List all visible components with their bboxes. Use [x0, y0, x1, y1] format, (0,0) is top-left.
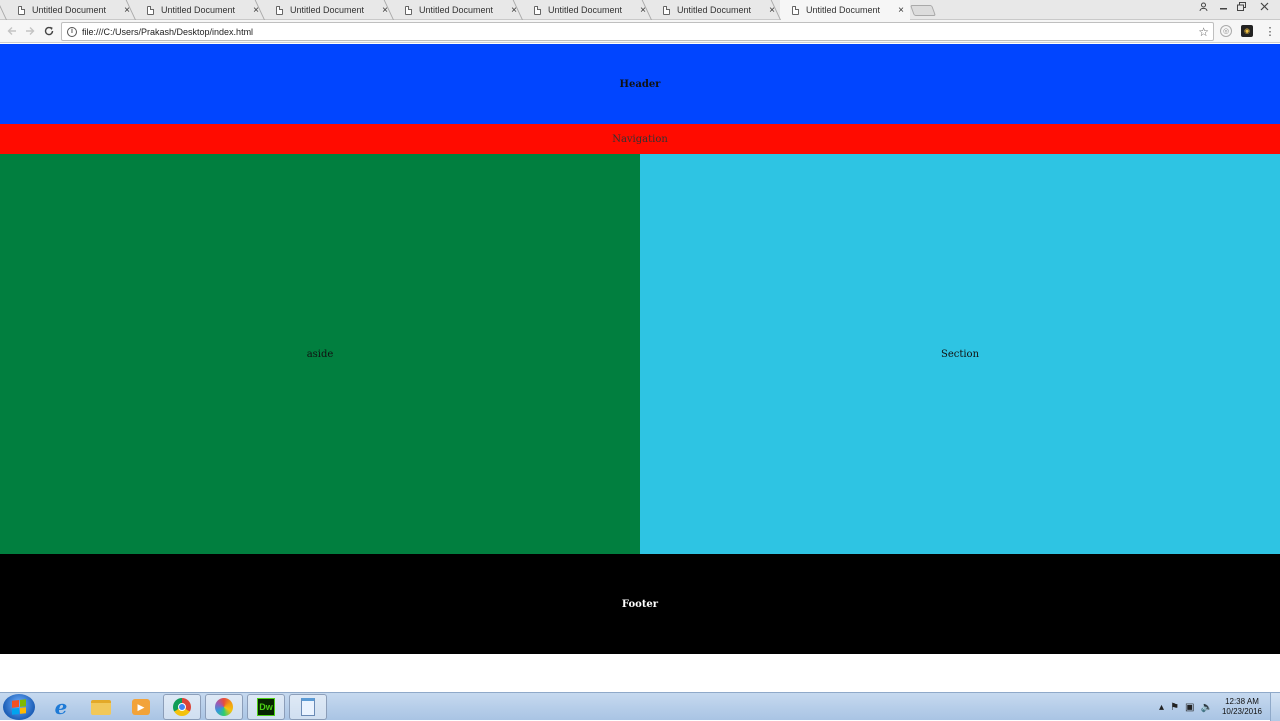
url-text[interactable]: file:///C:/Users/Prakash/Desktop/index.h…: [82, 27, 1198, 37]
extension-icon[interactable]: ◉: [1241, 25, 1253, 37]
page-footer: Footer: [0, 554, 1280, 654]
tab-title: Untitled Document: [32, 5, 107, 15]
clock-date: 10/23/2016: [1221, 707, 1262, 716]
tab-title: Untitled Document: [806, 5, 881, 15]
page-icon: [663, 5, 670, 15]
show-desktop-button[interactable]: [1270, 693, 1280, 721]
browser-tab[interactable]: Untitled Document ×: [651, 0, 781, 20]
show-hidden-icons-icon[interactable]: ▴: [1159, 702, 1164, 713]
footer-label: Footer: [621, 598, 659, 610]
tab-title: Untitled Document: [161, 5, 236, 15]
system-clock[interactable]: 12:38 AM 10/23/2016: [1222, 697, 1262, 717]
page-icon: [276, 5, 283, 15]
tab-title: Untitled Document: [290, 5, 365, 15]
profile-icon[interactable]: [1196, 0, 1210, 12]
aside-label: aside: [306, 348, 334, 360]
tab-title: Untitled Document: [548, 5, 623, 15]
browser-tab-active[interactable]: Untitled Document ×: [780, 0, 910, 20]
page-info-icon[interactable]: i: [67, 26, 77, 37]
volume-icon[interactable]: 🔈: [1201, 702, 1213, 713]
minimize-icon[interactable]: [1214, 0, 1232, 12]
navigation-label: Navigation: [612, 133, 668, 145]
internet-explorer-icon[interactable]: e: [42, 694, 80, 720]
network-icon[interactable]: ▣: [1185, 702, 1194, 713]
new-tab-button[interactable]: [909, 5, 937, 16]
tab-title: Untitled Document: [419, 5, 494, 15]
chrome-icon[interactable]: [163, 694, 201, 720]
header-label: Header: [619, 78, 661, 90]
page-icon: [405, 5, 412, 15]
page-icon: [534, 5, 541, 15]
star-icon[interactable]: ☆: [1198, 25, 1209, 39]
clock-time: 12:38 AM: [1225, 697, 1259, 706]
menu-kebab-icon[interactable]: ⋮: [1264, 25, 1276, 38]
browser-tab[interactable]: Untitled Document ×: [522, 0, 652, 20]
notepad-icon[interactable]: [289, 694, 327, 720]
system-tray: ▴ ⚑ ▣ 🔈 12:38 AM 10/23/2016: [1156, 693, 1280, 721]
extension-icon[interactable]: ◎: [1220, 25, 1232, 37]
start-icon[interactable]: [3, 694, 35, 720]
forward-arrow-icon[interactable]: [21, 22, 39, 40]
windows-taskbar: e ▶ Dw ▴ ⚑ ▣ 🔈 12:38 AM 10/23/2016: [0, 692, 1280, 721]
restore-icon[interactable]: [1232, 0, 1250, 12]
page-icon: [147, 5, 154, 15]
address-bar[interactable]: i file:///C:/Users/Prakash/Desktop/index…: [61, 22, 1214, 41]
browser-tab[interactable]: Untitled Document ×: [135, 0, 265, 20]
browser-tab[interactable]: Untitled Document ×: [393, 0, 523, 20]
page-header: Header: [0, 44, 1280, 124]
back-arrow-icon[interactable]: [3, 22, 21, 40]
photo-viewer-icon[interactable]: [205, 694, 243, 720]
page-icon: [18, 5, 25, 15]
page-icon: [792, 5, 799, 15]
page-aside: aside: [0, 154, 640, 554]
close-icon[interactable]: ×: [894, 5, 908, 16]
web-page: Header Navigation aside Section Footer: [0, 44, 1280, 692]
media-player-icon[interactable]: ▶: [122, 694, 160, 720]
reload-icon[interactable]: [40, 22, 58, 40]
page-section: Section: [640, 154, 1280, 554]
page-navigation: Navigation: [0, 124, 1280, 154]
window-close-icon[interactable]: [1252, 0, 1276, 12]
tab-title: Untitled Document: [677, 5, 752, 15]
file-explorer-icon[interactable]: [82, 694, 120, 720]
browser-toolbar: i file:///C:/Users/Prakash/Desktop/index…: [0, 20, 1280, 43]
browser-tab[interactable]: Untitled Document ×: [264, 0, 394, 20]
browser-tab-strip: Untitled Document × Untitled Document × …: [0, 0, 1280, 20]
action-center-flag-icon[interactable]: ⚑: [1170, 702, 1179, 713]
dreamweaver-label: Dw: [257, 698, 275, 716]
section-label: Section: [940, 348, 980, 360]
browser-tab[interactable]: Untitled Document ×: [6, 0, 136, 20]
dreamweaver-icon[interactable]: Dw: [247, 694, 285, 720]
